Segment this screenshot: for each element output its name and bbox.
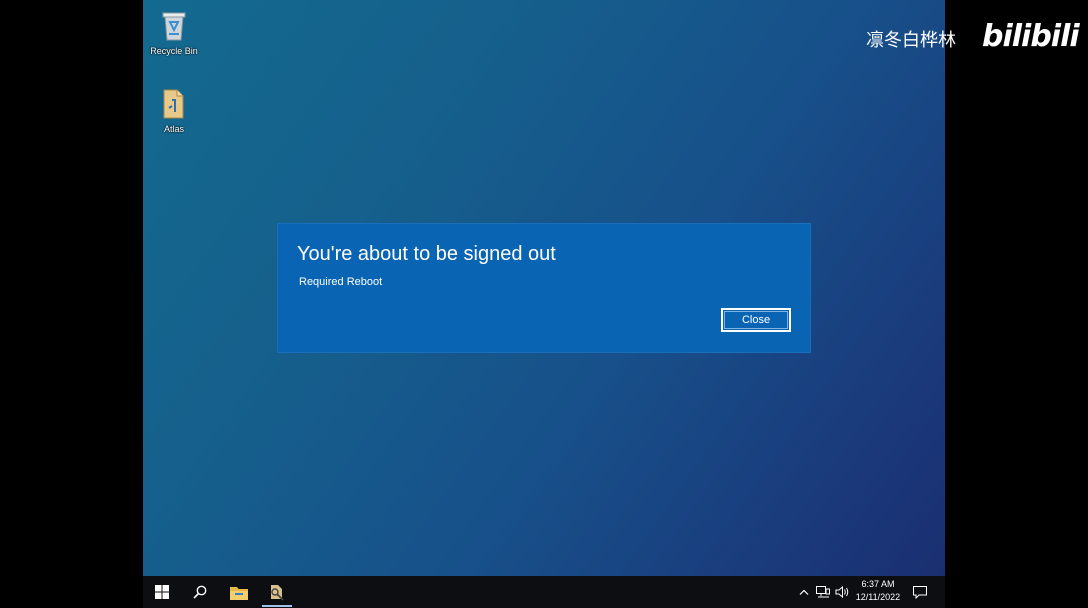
watermark-username: 凛冬白桦林 [866,30,956,51]
search-icon [193,585,207,599]
action-center-button[interactable] [909,576,931,608]
desktop-icon-atlas[interactable]: Atlas [143,86,206,135]
network-icon [816,586,830,598]
desktop: Recycle Bin Atlas You're about to be sig… [143,0,945,576]
windows-start-icon [155,585,169,599]
sign-out-dialog: You're about to be signed out Required R… [278,224,810,352]
network-status[interactable] [815,576,831,608]
desktop-icon-label: Atlas [163,124,184,134]
clock-time: 6:37 AM [861,579,895,589]
dialog-message: Required Reboot [299,276,383,288]
taskbar-file-explorer[interactable] [220,576,258,608]
file-explorer-icon [230,586,248,600]
clock-date: 12/11/2022 [855,592,901,602]
start-button[interactable] [143,576,181,608]
bilibili-logo: bilibili [982,19,1080,54]
atlas-app-icon [271,585,284,601]
close-button[interactable]: Close [721,308,791,332]
recycle-bin-icon [162,12,186,41]
taskbar-atlas-app[interactable] [258,576,296,608]
desktop-icon-label: Recycle Bin [150,46,198,56]
search-button[interactable] [181,576,219,608]
chevron-up-icon [799,589,809,595]
desktop-icon-recycle-bin[interactable]: Recycle Bin [143,8,206,57]
taskbar: 6:37 AM 12/11/2022 [143,576,945,608]
action-center-icon [913,585,927,599]
remote-screen: Recycle Bin Atlas You're about to be sig… [143,0,945,608]
show-hidden-icons-button[interactable] [797,576,811,608]
dialog-title: You're about to be signed out [297,243,556,265]
taskbar-clock[interactable]: 6:37 AM 12/11/2022 [847,578,909,604]
folder-icon [163,89,184,119]
